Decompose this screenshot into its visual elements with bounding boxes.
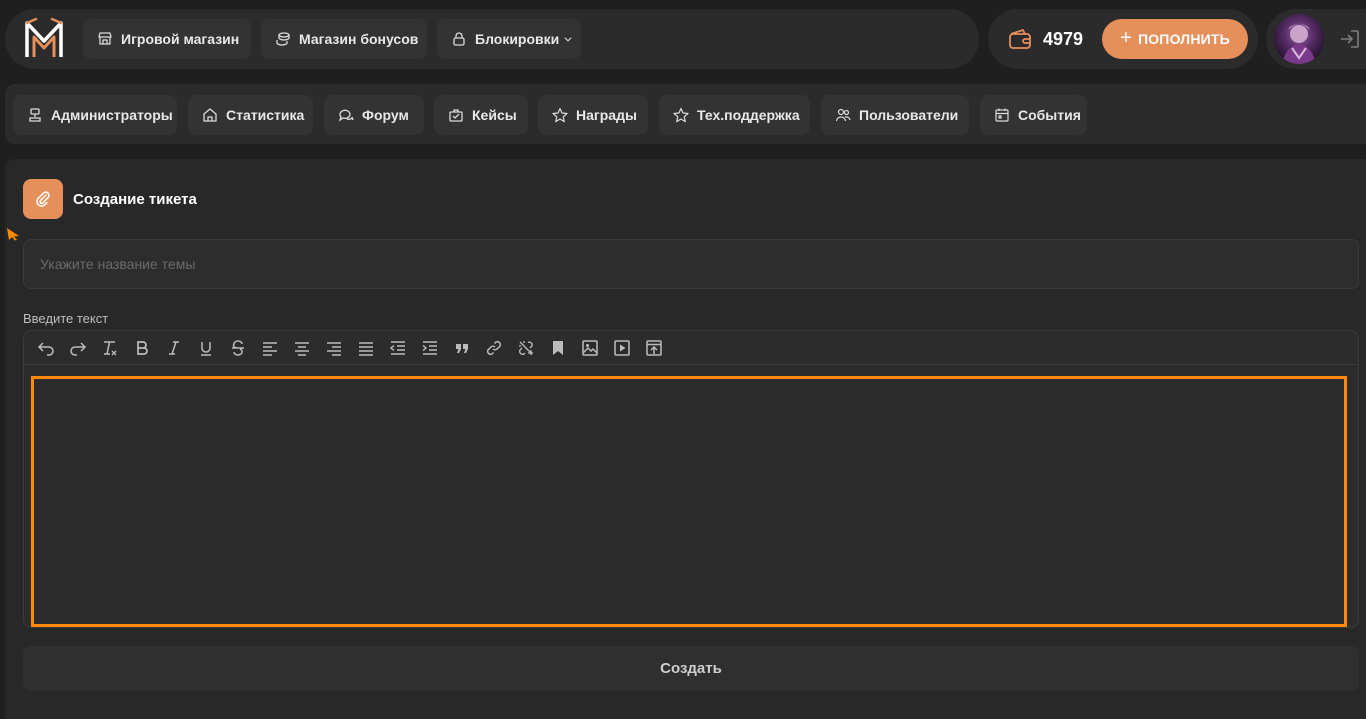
quote-icon xyxy=(456,343,468,353)
redo-icon xyxy=(70,341,87,356)
link-button[interactable] xyxy=(478,334,510,362)
users-icon xyxy=(835,108,851,122)
unlink-button[interactable] xyxy=(510,334,542,362)
menu-item-forum[interactable]: Форум xyxy=(324,95,424,135)
create-ticket-button[interactable]: Создать xyxy=(23,646,1359,691)
menu-item-label: Тех.поддержка xyxy=(697,107,800,123)
align-left-button[interactable] xyxy=(254,334,286,362)
rich-text-editor xyxy=(23,330,1359,628)
menu-item-events[interactable]: События xyxy=(980,95,1087,135)
image-button[interactable] xyxy=(574,334,606,362)
menu-item-label: Пользователи xyxy=(859,107,959,123)
align-right-button[interactable] xyxy=(318,334,350,362)
calendar-icon xyxy=(995,108,1009,122)
menu-item-label: Статистика xyxy=(226,107,305,123)
menu-item-label: Администраторы xyxy=(51,107,173,123)
game-store-label: Игровой магазин xyxy=(121,31,240,47)
align-justify-button[interactable] xyxy=(350,334,382,362)
embed-button[interactable] xyxy=(638,334,670,362)
italic-button[interactable] xyxy=(158,334,190,362)
clear-format-icon xyxy=(104,340,117,355)
star-icon xyxy=(673,107,689,123)
text-label: Введите текст xyxy=(23,311,109,326)
bold-icon xyxy=(137,340,148,355)
indent-button[interactable] xyxy=(414,334,446,362)
underline-button[interactable] xyxy=(190,334,222,362)
balance-value: 4979 xyxy=(1043,29,1084,49)
align-right-icon xyxy=(327,341,341,356)
home-icon xyxy=(203,108,217,122)
quote-button[interactable] xyxy=(446,334,478,362)
menu-item-cases[interactable]: Кейсы xyxy=(434,95,528,135)
profile-bar xyxy=(1266,9,1366,69)
balance-bar: 4979 + ПОПОЛНИТЬ xyxy=(988,9,1258,69)
admin-menu-bar: Администраторы Статистика Форум Кейсы На… xyxy=(5,84,1366,144)
bold-button[interactable] xyxy=(126,334,158,362)
page-title: Создание тикета xyxy=(73,191,197,208)
clear-format-button[interactable] xyxy=(94,334,126,362)
menu-item-rewards[interactable]: Награды xyxy=(538,95,648,135)
undo-icon xyxy=(37,341,54,356)
align-justify-icon xyxy=(359,341,373,356)
menu-item-label: Форум xyxy=(362,107,409,123)
italic-icon xyxy=(169,340,179,355)
plus-icon: + xyxy=(1120,27,1132,49)
chat-icon xyxy=(338,109,354,122)
topic-input[interactable] xyxy=(23,239,1359,289)
redo-button[interactable] xyxy=(62,334,94,362)
store-icon xyxy=(98,32,112,45)
ticket-panel: Создание тикета Введите текст xyxy=(5,159,1366,719)
link-icon xyxy=(486,340,502,355)
lock-icon xyxy=(453,32,465,46)
strikethrough-button[interactable] xyxy=(222,334,254,362)
chevron-down-icon xyxy=(564,37,572,42)
menu-item-support[interactable]: Тех.поддержка xyxy=(659,95,810,135)
create-ticket-label: Создать xyxy=(660,660,722,677)
strikethrough-icon xyxy=(232,339,244,356)
outdent-button[interactable] xyxy=(382,334,414,362)
topup-label: ПОПОЛНИТЬ xyxy=(1137,31,1230,47)
indent-icon xyxy=(422,340,437,355)
cursor-arrow-icon xyxy=(7,228,19,241)
bonus-store-button[interactable]: Магазин бонусов xyxy=(261,19,427,59)
menu-item-label: Кейсы xyxy=(472,107,517,123)
embed-icon xyxy=(646,339,662,356)
topup-button[interactable]: + ПОПОЛНИТЬ xyxy=(1102,19,1248,59)
admin-icon xyxy=(29,108,41,122)
blocks-label: Блокировки xyxy=(475,31,560,47)
image-icon xyxy=(582,339,598,356)
paperclip-icon xyxy=(36,191,50,207)
menu-item-stats[interactable]: Статистика xyxy=(188,95,313,135)
bookmark-button[interactable] xyxy=(542,334,574,362)
bonus-store-label: Магазин бонусов xyxy=(299,31,419,47)
logout-icon[interactable] xyxy=(1339,28,1361,50)
top-nav-bar: Игровой магазин Магазин бонусов Блокиров… xyxy=(5,9,979,69)
align-left-icon xyxy=(263,341,277,356)
coins-icon xyxy=(276,32,290,46)
logo-icon[interactable] xyxy=(22,17,66,61)
menu-item-label: События xyxy=(1018,107,1081,123)
wallet-icon xyxy=(1009,29,1031,49)
editor-toolbar xyxy=(24,331,1358,365)
video-icon xyxy=(614,339,630,356)
bookmark-icon xyxy=(553,340,563,355)
game-store-button[interactable]: Игровой магазин xyxy=(83,19,251,59)
menu-item-users[interactable]: Пользователи xyxy=(821,95,969,135)
blocks-dropdown[interactable]: Блокировки xyxy=(437,19,581,59)
unlink-icon xyxy=(519,340,533,355)
outdent-icon xyxy=(389,340,405,355)
align-center-icon xyxy=(295,341,309,356)
avatar[interactable] xyxy=(1274,14,1324,64)
video-button[interactable] xyxy=(606,334,638,362)
avatar-image xyxy=(1282,24,1316,64)
star-icon xyxy=(552,107,568,123)
align-center-button[interactable] xyxy=(286,334,318,362)
menu-item-label: Награды xyxy=(576,107,637,123)
undo-button[interactable] xyxy=(30,334,62,362)
menu-item-admins[interactable]: Администраторы xyxy=(13,95,177,135)
editor-content-area[interactable] xyxy=(31,376,1347,627)
ticket-icon-badge xyxy=(23,179,63,219)
underline-icon xyxy=(201,341,211,356)
case-icon xyxy=(449,109,463,122)
